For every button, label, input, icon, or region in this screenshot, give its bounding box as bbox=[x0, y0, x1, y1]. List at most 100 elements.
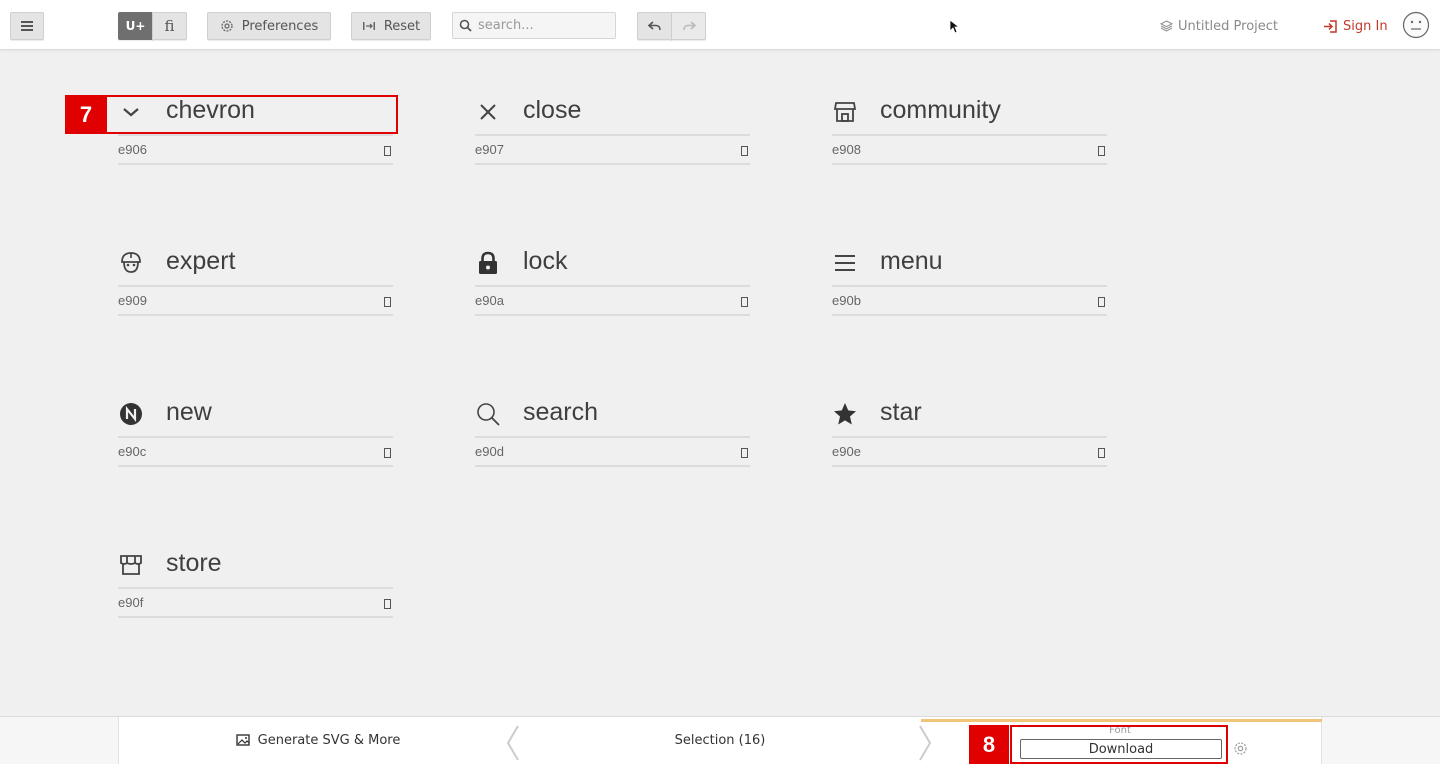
glyph-header: new bbox=[118, 396, 393, 438]
chevron-left-icon[interactable] bbox=[504, 724, 520, 762]
glyph-header: close bbox=[475, 94, 750, 136]
divider bbox=[118, 616, 393, 618]
glyph-code[interactable]: e90a bbox=[475, 293, 504, 308]
reset-label: Reset bbox=[383, 18, 421, 34]
search-input[interactable] bbox=[478, 18, 608, 33]
glyph-cell-star[interactable]: star e90e bbox=[832, 396, 1107, 468]
undo-icon bbox=[647, 21, 661, 31]
glyph-preview-box bbox=[741, 297, 748, 307]
glyph-code[interactable]: e907 bbox=[475, 142, 504, 157]
redo-icon bbox=[682, 21, 696, 31]
generate-svg-button[interactable]: Generate SVG & More bbox=[118, 716, 518, 764]
divider bbox=[118, 163, 393, 165]
divider bbox=[475, 314, 750, 316]
main-menu-button[interactable] bbox=[10, 12, 44, 40]
new-badge-icon bbox=[120, 403, 142, 425]
glyph-code[interactable]: e90c bbox=[118, 444, 146, 459]
glyph-cell-lock[interactable]: lock e90a bbox=[475, 245, 750, 317]
glyph-name[interactable]: lock bbox=[523, 247, 567, 276]
glyph-preview-box bbox=[741, 146, 748, 156]
glyph-name[interactable]: star bbox=[880, 398, 922, 427]
image-icon bbox=[235, 734, 250, 746]
glyph-cell-close[interactable]: close e907 bbox=[475, 94, 750, 166]
glyph-name[interactable]: new bbox=[166, 398, 212, 427]
glyph-code[interactable]: e906 bbox=[118, 142, 147, 157]
glyph-code[interactable]: e90e bbox=[832, 444, 861, 459]
divider bbox=[832, 465, 1107, 467]
glyph-preview-box bbox=[384, 599, 391, 609]
glyph-cell-search[interactable]: search e90d bbox=[475, 396, 750, 468]
hamburger-icon bbox=[21, 21, 33, 31]
glyph-header: star bbox=[832, 396, 1107, 438]
preferences-button[interactable]: Preferences bbox=[207, 12, 331, 40]
glyph-cell-store[interactable]: store e90f bbox=[118, 547, 393, 619]
glyph-name[interactable]: expert bbox=[166, 247, 235, 276]
glyph-cell-new[interactable]: new e90c bbox=[118, 396, 393, 468]
glyph-header: menu bbox=[832, 245, 1107, 287]
glyph-header: lock bbox=[475, 245, 750, 287]
divider bbox=[475, 465, 750, 467]
glyph-cell-menu[interactable]: menu e90b bbox=[832, 245, 1107, 317]
top-toolbar: U+ fi Preferences Reset Untitled Project… bbox=[0, 0, 1440, 50]
sign-in-label: Sign In bbox=[1343, 18, 1388, 34]
project-name: Untitled Project bbox=[1178, 18, 1279, 34]
lock-icon bbox=[479, 251, 497, 274]
glyph-name[interactable]: search bbox=[523, 398, 598, 427]
mouse-cursor-icon bbox=[949, 19, 959, 34]
unicode-mode-label: U+ bbox=[125, 19, 146, 33]
search-icon bbox=[459, 19, 472, 32]
ligature-mode-label: fi bbox=[164, 17, 175, 35]
glyph-header: expert bbox=[118, 245, 393, 287]
glyph-preview-box bbox=[384, 146, 391, 156]
glyph-code[interactable]: e90d bbox=[475, 444, 504, 459]
glyph-name[interactable]: community bbox=[880, 96, 1001, 125]
annotation-highlight-8 bbox=[1010, 725, 1228, 764]
annotation-highlight-7 bbox=[65, 95, 398, 134]
glyph-header: community bbox=[832, 94, 1107, 136]
selection-label: Selection (16) bbox=[674, 732, 766, 748]
selection-button[interactable]: Selection (16) bbox=[520, 716, 920, 764]
divider bbox=[118, 314, 393, 316]
store-icon bbox=[120, 555, 142, 575]
expert-icon bbox=[121, 252, 141, 273]
reset-icon bbox=[362, 22, 375, 30]
annotation-tag-7: 7 bbox=[65, 95, 107, 134]
unicode-mode-button[interactable]: U+ bbox=[118, 12, 153, 40]
divider bbox=[832, 314, 1107, 316]
glyph-code[interactable]: e909 bbox=[118, 293, 147, 308]
reset-button[interactable]: Reset bbox=[351, 12, 431, 40]
generate-svg-label: Generate SVG & More bbox=[257, 732, 401, 748]
glyph-preview-box bbox=[1098, 448, 1105, 458]
storefront-icon bbox=[833, 102, 857, 122]
glyph-cell-expert[interactable]: expert e909 bbox=[118, 245, 393, 317]
divider bbox=[475, 163, 750, 165]
glyph-preview-box bbox=[384, 448, 391, 458]
undo-button[interactable] bbox=[637, 12, 672, 40]
divider bbox=[118, 465, 393, 467]
glyph-header: search bbox=[475, 396, 750, 438]
glyph-name[interactable]: store bbox=[166, 549, 222, 578]
menu-icon bbox=[835, 255, 855, 271]
sign-in-icon bbox=[1324, 19, 1337, 33]
glyph-preview-box bbox=[384, 297, 391, 307]
font-settings-gear-icon[interactable] bbox=[1233, 741, 1248, 756]
search-box bbox=[452, 12, 616, 39]
gear-icon bbox=[221, 20, 233, 32]
glyph-code[interactable]: e90f bbox=[118, 595, 143, 610]
star-icon bbox=[834, 403, 856, 425]
glyph-preview-box bbox=[741, 448, 748, 458]
avatar[interactable] bbox=[1402, 11, 1430, 39]
glyph-name[interactable]: close bbox=[523, 96, 581, 125]
redo-button[interactable] bbox=[671, 12, 706, 40]
glyph-name[interactable]: menu bbox=[880, 247, 943, 276]
preferences-label: Preferences bbox=[241, 18, 319, 34]
sign-in-link[interactable]: Sign In bbox=[1323, 17, 1388, 35]
glyph-preview-box bbox=[1098, 146, 1105, 156]
glyph-code[interactable]: e90b bbox=[832, 293, 861, 308]
ligature-mode-button[interactable]: fi bbox=[152, 12, 187, 40]
glyph-preview-box bbox=[1098, 297, 1105, 307]
divider bbox=[832, 163, 1107, 165]
glyph-code[interactable]: e908 bbox=[832, 142, 861, 157]
glyph-cell-community[interactable]: community e908 bbox=[832, 94, 1107, 166]
project-selector[interactable]: Untitled Project bbox=[1160, 17, 1278, 35]
